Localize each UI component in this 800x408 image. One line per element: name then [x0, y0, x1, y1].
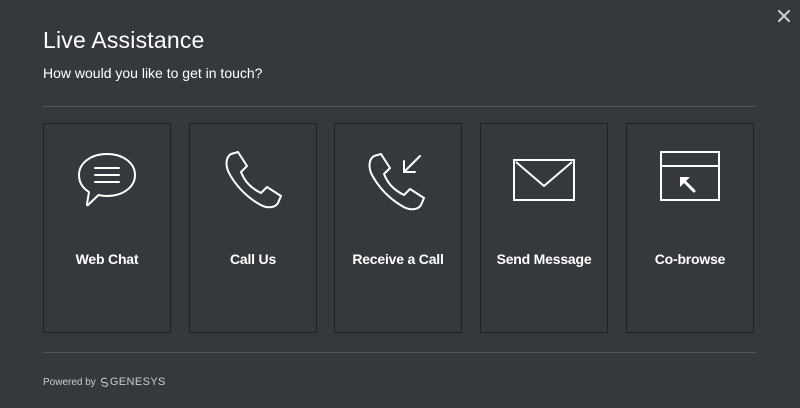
- top-divider: [43, 106, 756, 107]
- option-co-browse[interactable]: Co-browse: [626, 123, 754, 333]
- dialog-subtitle: How would you like to get in touch?: [43, 65, 263, 81]
- contact-options: Web Chat Call Us Receive a Call Send Mes…: [43, 123, 756, 335]
- genesys-logo: GENESYS: [98, 376, 166, 388]
- bottom-divider: [43, 352, 756, 353]
- option-call-us[interactable]: Call Us: [189, 123, 317, 333]
- option-label: Web Chat: [75, 251, 139, 267]
- cobrowse-window-icon: [660, 151, 720, 201]
- close-icon: [778, 10, 790, 22]
- option-send-message[interactable]: Send Message: [480, 123, 608, 333]
- dialog-title: Live Assistance: [43, 27, 205, 53]
- option-label: Receive a Call: [352, 251, 444, 267]
- option-label: Send Message: [496, 251, 592, 267]
- footer: Powered by GENESYS: [43, 376, 166, 388]
- chat-bubble-icon: [78, 153, 136, 207]
- envelope-icon: [513, 159, 575, 201]
- option-label: Co-browse: [654, 251, 726, 267]
- phone-icon: [225, 151, 282, 209]
- live-assistance-dialog: Live Assistance How would you like to ge…: [0, 0, 800, 408]
- incoming-call-icon: [368, 153, 425, 211]
- genesys-logo-icon: [100, 377, 108, 387]
- option-receive-a-call[interactable]: Receive a Call: [334, 123, 462, 333]
- powered-by-text: Powered by: [43, 376, 96, 388]
- close-button[interactable]: [776, 8, 792, 24]
- brand-name: GENESYS: [109, 376, 166, 388]
- option-web-chat[interactable]: Web Chat: [43, 123, 171, 333]
- option-label: Call Us: [229, 251, 277, 267]
